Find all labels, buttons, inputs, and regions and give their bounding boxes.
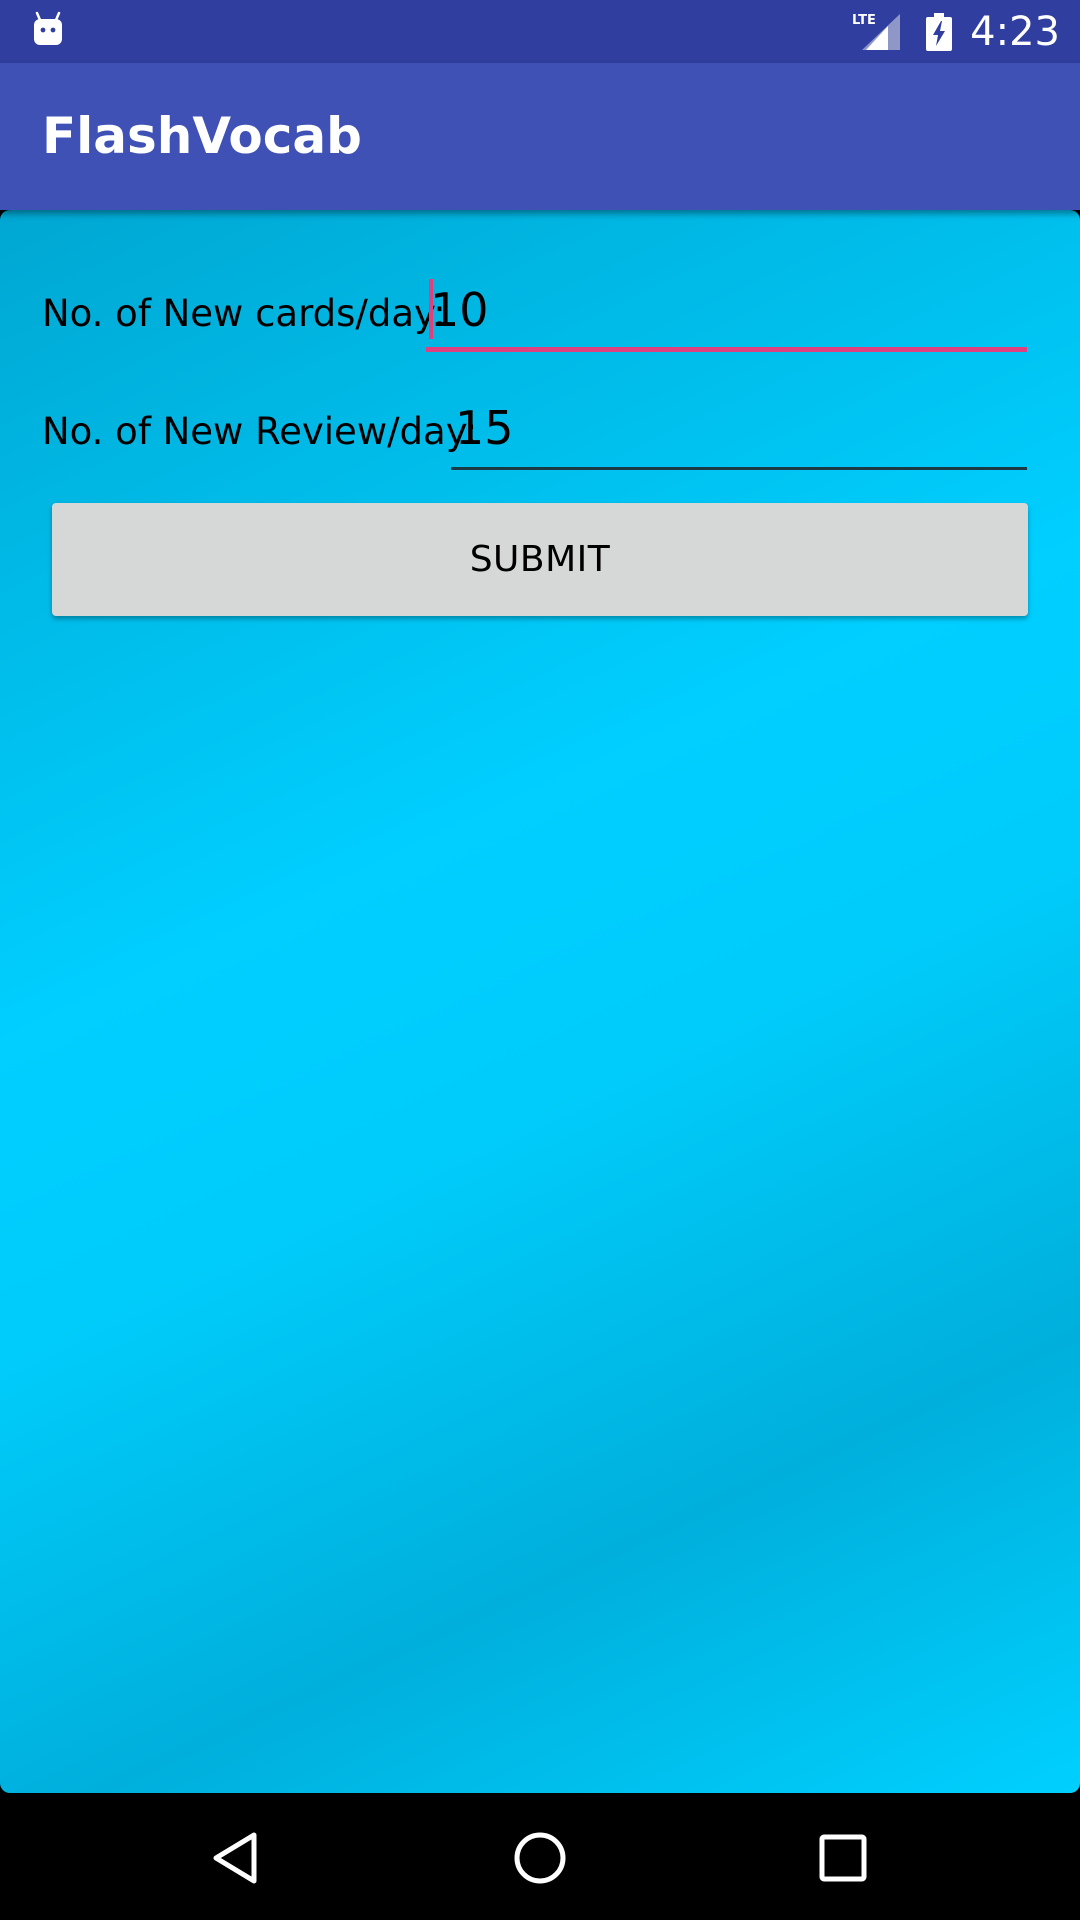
recents-icon[interactable] [808, 1823, 878, 1893]
new-cards-label: No. of New cards/day: [42, 292, 446, 335]
status-bar: LTE 4:23 [0, 0, 1080, 63]
battery-charging-icon [926, 12, 953, 51]
settings-form: No. of New cards/day: No. of New Review/… [0, 210, 1080, 1793]
new-cards-input[interactable] [430, 274, 1027, 346]
lte-label: LTE [852, 13, 876, 28]
navigation-bar [0, 1793, 1080, 1920]
lte-signal-icon: LTE [852, 13, 901, 50]
app-title: FlashVocab [42, 107, 362, 165]
new-cards-row: No. of New cards/day: [42, 272, 1027, 352]
new-review-input[interactable] [455, 392, 1027, 464]
back-icon[interactable] [200, 1823, 270, 1893]
status-clock: 4:23 [970, 8, 1060, 55]
new-review-label: No. of New Review/day: [42, 410, 478, 453]
home-icon[interactable] [505, 1823, 575, 1893]
status-icons: LTE 4:23 [852, 0, 1060, 63]
new-review-underline [451, 467, 1027, 470]
app-bar: FlashVocab [0, 63, 1080, 210]
submit-button[interactable]: SUBMIT [52, 503, 1028, 616]
new-cards-underline [426, 347, 1027, 352]
new-review-row: No. of New Review/day: [42, 390, 1027, 470]
android-icon [34, 11, 62, 45]
